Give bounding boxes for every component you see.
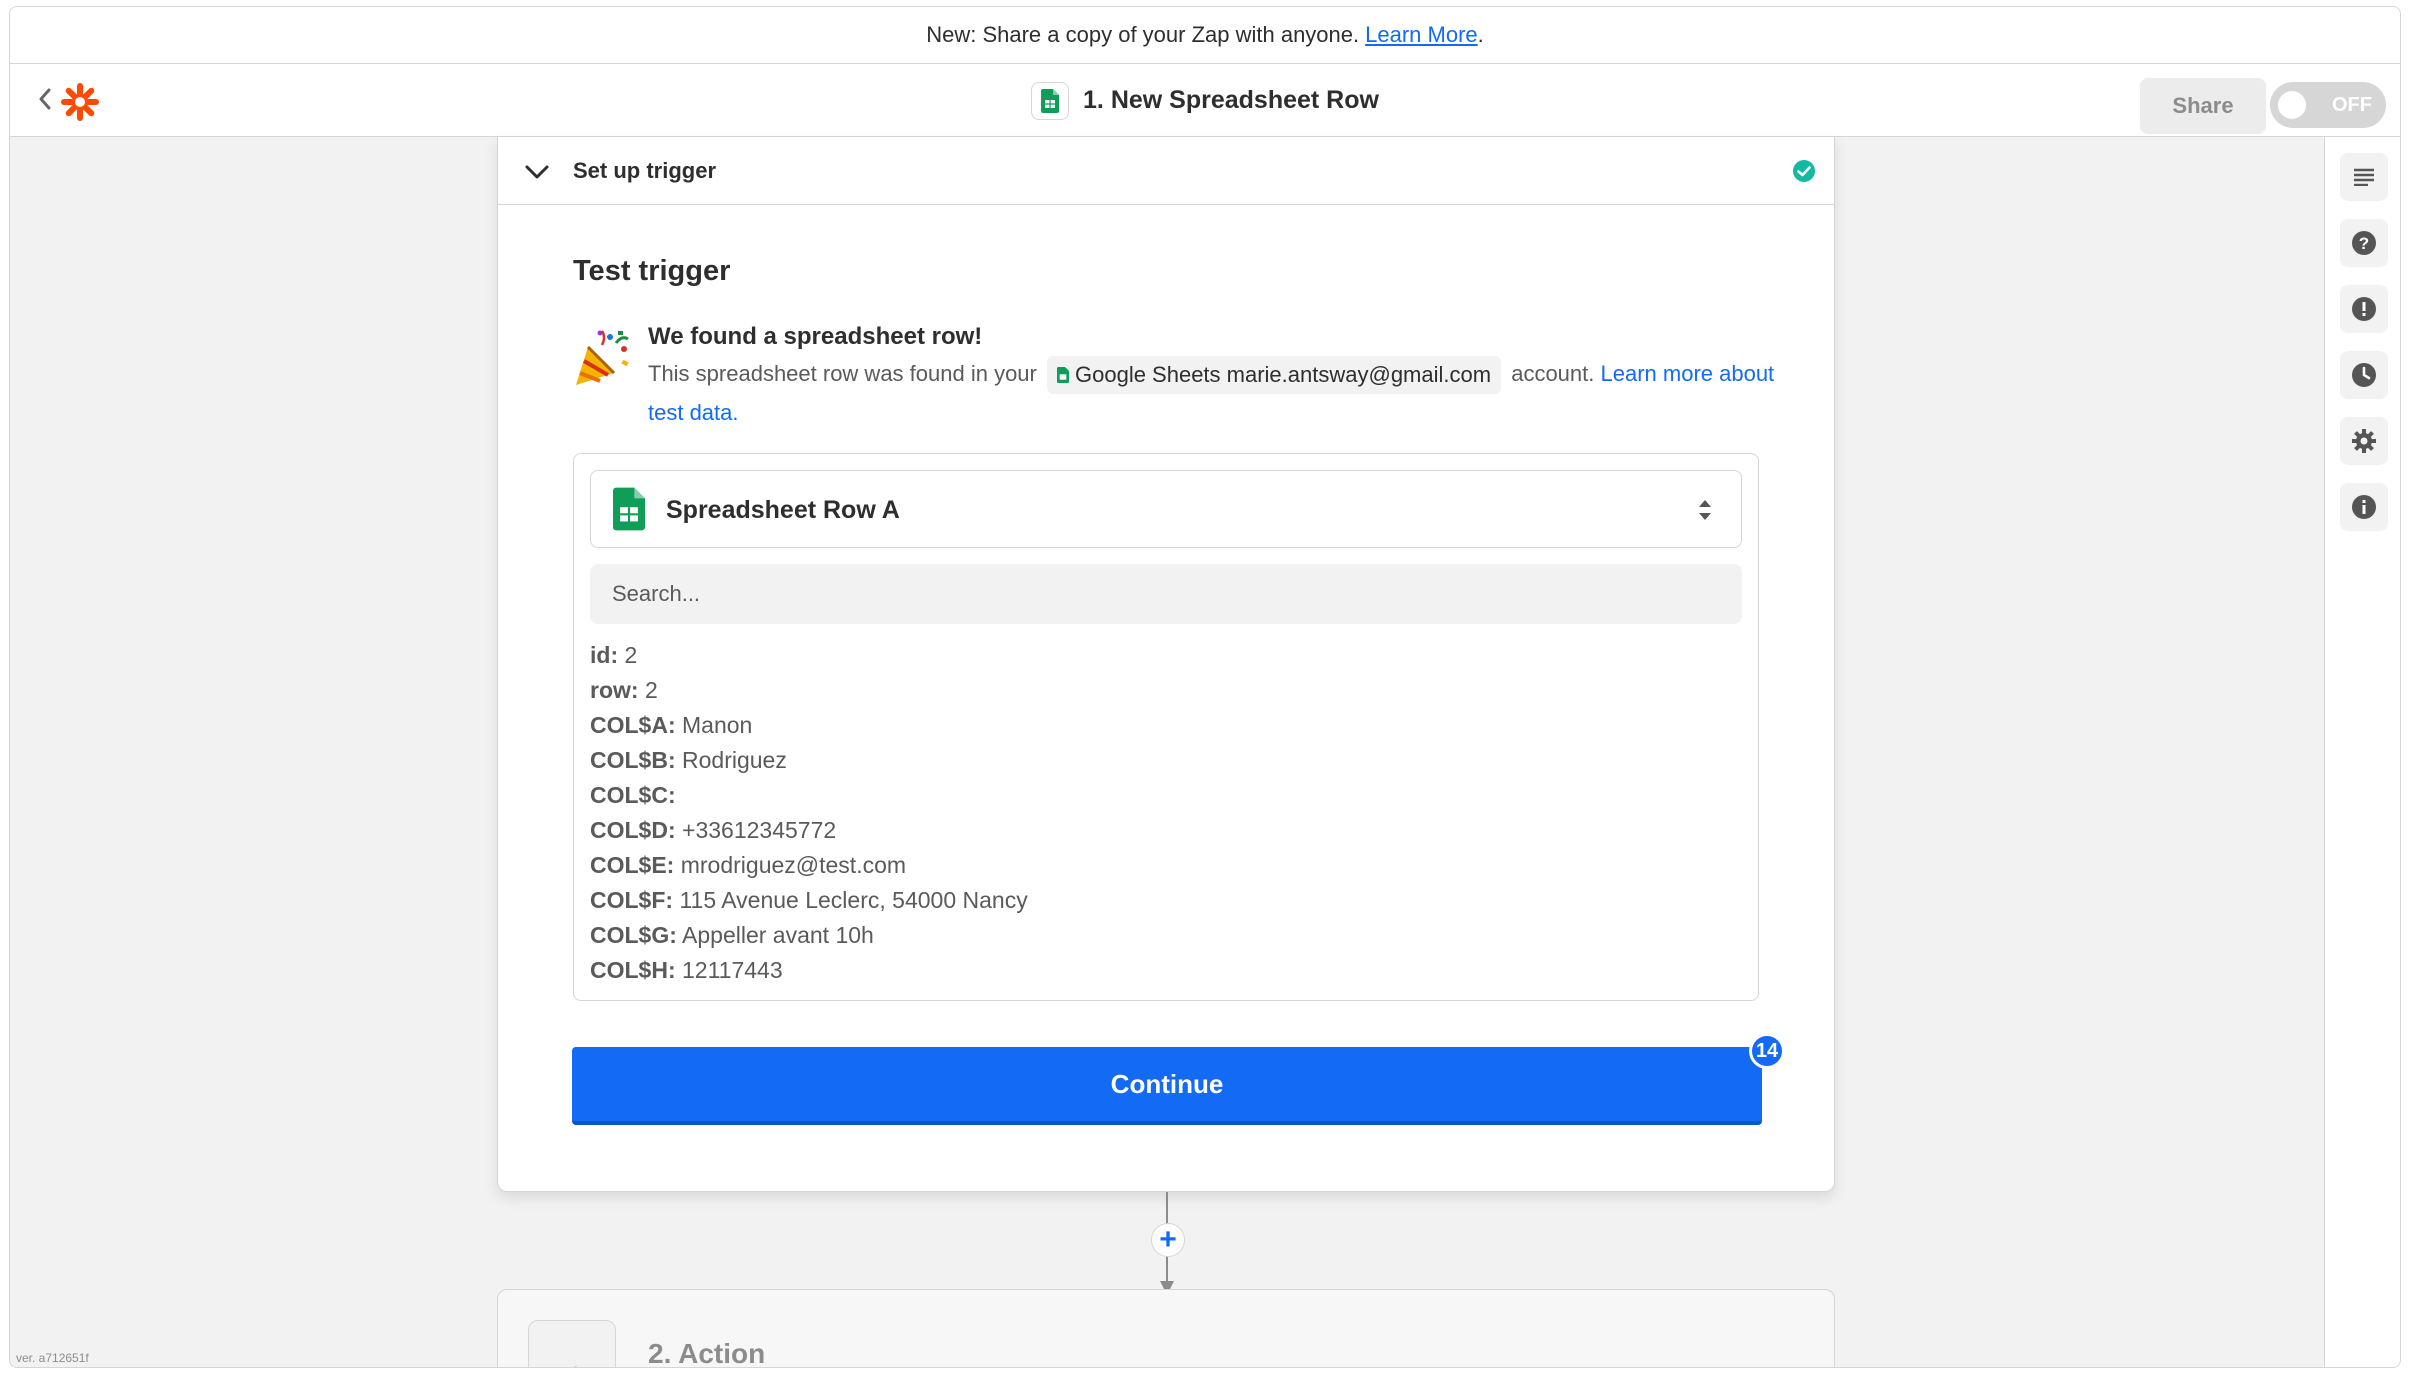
test-data-panel: Spreadsheet Row A id: 2row: 2COL$A: Mano…	[573, 453, 1759, 1001]
top-bar: 1. New Spreadsheet Row Share OFF	[10, 64, 2400, 137]
announcement-learn-more-link[interactable]: Learn More	[1365, 22, 1478, 48]
field-row: row: 2	[590, 673, 1028, 708]
field-key: row:	[590, 677, 639, 703]
google-sheets-small-icon	[1057, 367, 1069, 384]
spreadsheet-row-selector[interactable]: Spreadsheet Row A	[590, 470, 1742, 548]
field-row: COL$B: Rodriguez	[590, 743, 1028, 778]
field-row: COL$C:	[590, 778, 1028, 813]
help-icon[interactable]: ?	[2340, 219, 2388, 267]
field-value: 12117443	[682, 957, 783, 983]
sort-arrows-icon	[1697, 498, 1713, 522]
svg-text:?: ?	[2359, 234, 2369, 253]
field-key: id:	[590, 642, 619, 668]
field-key: COL$B:	[590, 747, 676, 773]
field-value: mrodriguez@test.com	[680, 852, 907, 878]
field-value: 115 Avenue Leclerc, 54000 Nancy	[679, 887, 1028, 913]
field-key: COL$G:	[590, 922, 677, 948]
field-row: COL$H: 12117443	[590, 953, 1028, 988]
add-step-button[interactable]: +	[1151, 1223, 1185, 1257]
right-sidebar: ?	[2324, 137, 2400, 1367]
continue-button[interactable]: Continue	[572, 1047, 1762, 1125]
announcement-bar: New: Share a copy of your Zap with anyon…	[10, 7, 2400, 64]
chevron-down-icon[interactable]	[522, 157, 552, 187]
settings-icon[interactable]	[2340, 417, 2388, 465]
toggle-label: OFF	[2332, 94, 2372, 116]
field-value: Rodriguez	[682, 747, 787, 773]
found-row-title: We found a spreadsheet row!	[648, 323, 983, 350]
field-list: id: 2 row: 2 COL$A: Manon COL$B: Rodriguez C…	[590, 638, 1028, 988]
field-key: COL$F:	[590, 887, 674, 913]
field-key: COL$D:	[590, 817, 676, 843]
field-row: COL$E: mrodriguez@test.com	[590, 848, 1028, 883]
alert-icon[interactable]	[2340, 285, 2388, 333]
field-key: COL$C:	[590, 782, 676, 808]
share-button[interactable]: Share	[2140, 78, 2266, 134]
action-step-card[interactable]: 2. Action	[497, 1289, 1835, 1368]
found-row-description: This spreadsheet row was found in your G…	[648, 355, 1778, 432]
trigger-step-card: Set up trigger Test trigger We found a s…	[497, 137, 1835, 1192]
check-circle-icon	[1792, 159, 1816, 183]
version-label: ver. a712651f	[16, 1351, 89, 1365]
field-key: COL$E:	[590, 852, 675, 878]
back-chevron-icon[interactable]	[32, 86, 58, 112]
app-frame: New: Share a copy of your Zap with anyon…	[9, 6, 2401, 1368]
outline-icon[interactable]	[2340, 153, 2388, 201]
toggle-knob	[2278, 91, 2306, 119]
field-row: id: 2	[590, 638, 1028, 673]
notification-badge: 14	[1749, 1033, 1785, 1069]
field-row: COL$G: Appeller avant 10h	[590, 918, 1028, 953]
lightning-icon	[528, 1320, 616, 1367]
field-row: COL$D: +33612345772	[590, 813, 1028, 848]
account-chip: Google Sheets marie.antsway@gmail.com	[1047, 356, 1502, 395]
party-popper-icon	[572, 327, 634, 389]
zapier-logo-icon[interactable]	[60, 82, 100, 122]
field-value: +33612345772	[682, 817, 837, 843]
zap-title: 1. New Spreadsheet Row	[1083, 86, 1379, 114]
google-sheets-icon	[1031, 81, 1070, 120]
search-input[interactable]	[590, 564, 1742, 624]
history-icon[interactable]	[2340, 351, 2388, 399]
field-key: COL$A:	[590, 712, 676, 738]
account-chip-label: Google Sheets marie.antsway@gmail.com	[1075, 362, 1492, 388]
selector-label: Spreadsheet Row A	[666, 496, 900, 524]
field-key: COL$H:	[590, 957, 676, 983]
field-value: 2	[644, 677, 658, 703]
announcement-text: New: Share a copy of your Zap with anyon…	[926, 22, 1360, 47]
field-row: COL$F: 115 Avenue Leclerc, 54000 Nancy	[590, 883, 1028, 918]
field-value: Manon	[682, 712, 753, 738]
info-icon[interactable]	[2340, 483, 2388, 531]
field-value: Appeller avant 10h	[682, 922, 874, 948]
google-sheets-icon	[613, 487, 645, 536]
zap-title-group[interactable]: 1. New Spreadsheet Row	[1031, 64, 1379, 137]
action-step-title: 2. Action	[648, 1338, 766, 1368]
field-row: COL$A: Manon	[590, 708, 1028, 743]
test-trigger-title: Test trigger	[573, 255, 731, 287]
zap-on-off-toggle[interactable]: OFF	[2270, 82, 2386, 128]
setup-trigger-label: Set up trigger	[573, 158, 717, 183]
field-value: 2	[624, 642, 638, 668]
setup-trigger-header[interactable]: Set up trigger	[498, 137, 1834, 205]
